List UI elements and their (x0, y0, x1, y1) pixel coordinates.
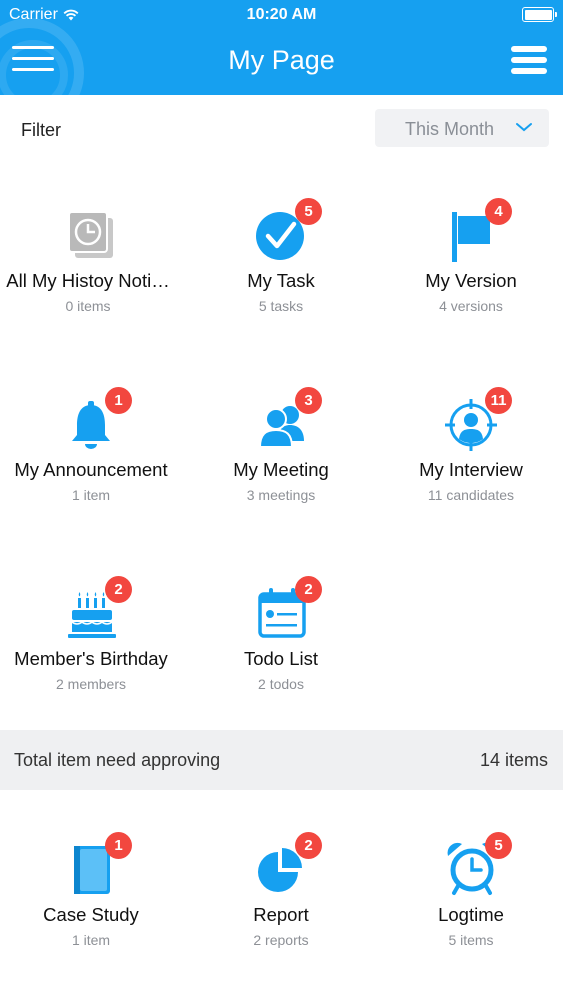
tile-label: Logtime (438, 904, 504, 925)
tile-todo-list[interactable]: 2 Todo List 2 todos (187, 576, 375, 692)
approval-summary-label: Total item need approving (14, 750, 221, 770)
tile-count: 11 candidates (427, 487, 515, 503)
tile-my-task[interactable]: 5 My Task 5 tasks (187, 198, 375, 314)
status-bar: Carrier 10:20 AM (0, 0, 563, 30)
tile-label: My Interview (419, 459, 523, 480)
tile-my-announcement[interactable]: 1 My Announcement 1 item (0, 387, 185, 503)
tile-count: 2 members (55, 676, 127, 692)
tile-count: 3 meetings (246, 487, 316, 503)
tile-count: 4 versions (439, 298, 503, 314)
announcement-count-badge: 1 (105, 387, 132, 414)
case-study-count-badge: 1 (105, 832, 132, 859)
filter-row: Filter This Month (0, 95, 563, 165)
tile-count: 2 todos (258, 676, 304, 692)
app-header: Carrier 10:20 AM My Page (0, 0, 563, 95)
tile-history-notification[interactable]: All My Histoy Noti… 0 items (0, 198, 182, 314)
tile-label: Case Study (43, 904, 139, 925)
chevron-down-icon (516, 123, 532, 132)
tile-members-birthday[interactable]: 2 Member's Birthday 2 members (0, 576, 185, 692)
tile-count: 5 tasks (258, 298, 304, 314)
task-count-badge: 5 (295, 198, 322, 225)
tile-label: My Version (425, 270, 517, 291)
approval-summary-row: Total item need approving 14 items (0, 730, 563, 790)
tile-label: Report (253, 904, 309, 925)
version-count-badge: 4 (485, 198, 512, 225)
tile-count: 1 item (71, 932, 111, 948)
history-notification-icon (68, 211, 113, 258)
tile-count: 0 items (65, 298, 111, 314)
birthday-count-badge: 2 (105, 576, 132, 603)
tile-label: My Announcement (14, 459, 168, 480)
tile-label: My Task (247, 270, 315, 291)
tile-my-meeting[interactable]: 3 My Meeting 3 meetings (187, 387, 375, 503)
list-view-button[interactable] (511, 46, 547, 76)
tile-my-interview[interactable]: 11 My Interview 11 candidates (377, 387, 563, 503)
report-count-badge: 2 (295, 832, 322, 859)
todo-count-badge: 2 (295, 576, 322, 603)
period-select[interactable]: This Month (375, 109, 549, 147)
period-select-value: This Month (405, 119, 495, 139)
tile-count: 2 reports (253, 932, 309, 948)
battery-icon (522, 7, 557, 22)
tile-report[interactable]: 2 Report 2 reports (187, 832, 375, 948)
logtime-count-badge: 5 (485, 832, 512, 859)
meeting-count-badge: 3 (295, 387, 322, 414)
interview-count-badge: 11 (485, 387, 512, 414)
tile-logtime[interactable]: 5 Logtime 5 items (377, 832, 563, 948)
tile-label: Todo List (243, 648, 319, 669)
tile-label: Member's Birthday (14, 648, 168, 669)
tile-count: 5 items (448, 932, 494, 948)
tile-case-study[interactable]: 1 Case Study 1 item (0, 832, 185, 948)
tile-count: 1 item (71, 487, 111, 503)
page-title: My Page (228, 45, 335, 75)
tile-label: My Meeting (233, 459, 329, 480)
filter-label: Filter (21, 120, 61, 140)
status-time: 10:20 AM (246, 6, 317, 23)
approval-summary-count: 14 items (479, 750, 548, 770)
tile-label: All My Histoy Noti… (6, 270, 170, 291)
tile-my-version[interactable]: 4 My Version 4 versions (377, 198, 563, 314)
